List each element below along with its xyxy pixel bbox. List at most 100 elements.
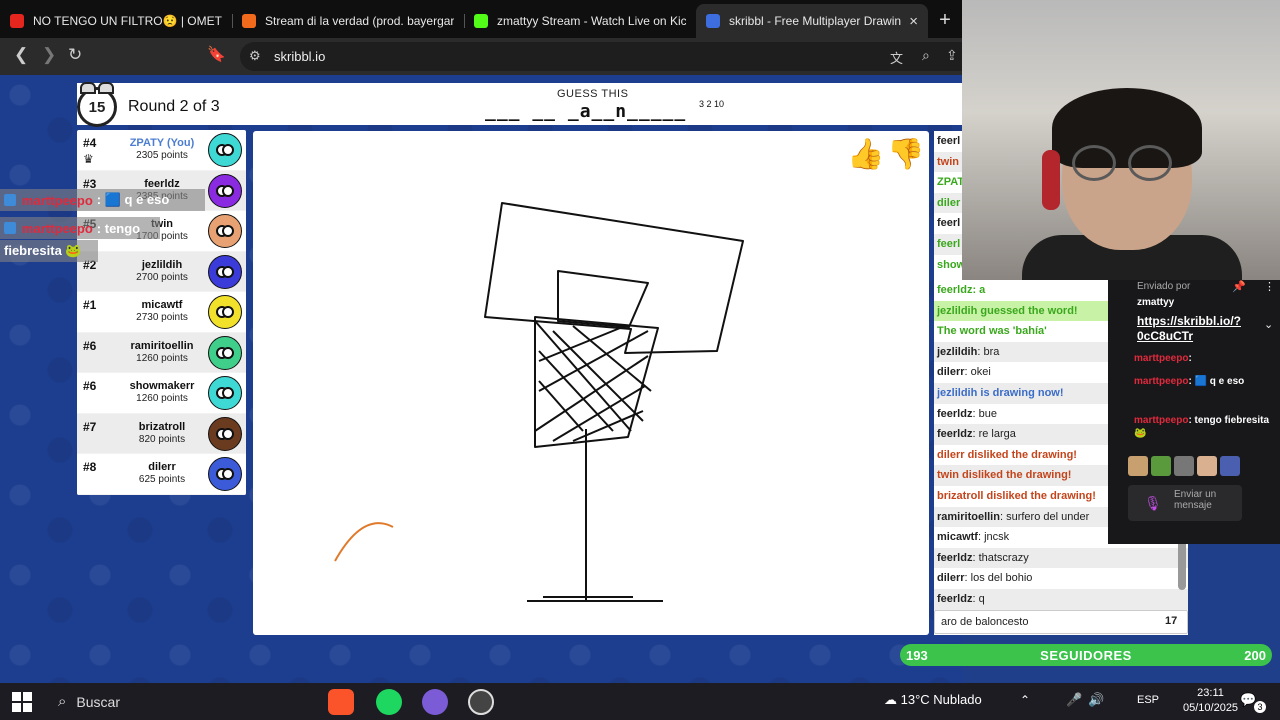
translate-icon[interactable]: 文: [890, 48, 903, 67]
spotify-icon[interactable]: [376, 689, 402, 715]
discord-icon[interactable]: [422, 689, 448, 715]
chat-line: feerl: [934, 213, 962, 234]
obs-icon[interactable]: [468, 689, 494, 715]
chat-line: show: [934, 254, 962, 276]
zoom-icon[interactable]: ⌕: [922, 47, 930, 64]
player-name: jezlildih: [141, 258, 183, 271]
chat-user: feerldz: [937, 428, 973, 441]
weather-widget[interactable]: ☁ 13°C Nublado: [884, 692, 982, 708]
emote-icon[interactable]: [1151, 456, 1171, 476]
twitch-message: marttpeepo:: [1134, 352, 1274, 365]
player-avatar-icon: [208, 295, 242, 329]
chat-text: : q: [972, 592, 985, 605]
player-row[interactable]: #7 brizatroll 820 points: [77, 413, 246, 454]
chat-message: dilerr: los del bohio: [934, 568, 1188, 589]
more-icon[interactable]: ⋮: [1264, 280, 1275, 293]
player-avatar-icon: [208, 416, 242, 451]
skribbl-page: 15 Round 2 of 3 GUESS THIS ___ __ _a__n_…: [0, 75, 962, 683]
chat-user: dilerr: [937, 572, 965, 585]
bookmark-icon[interactable]: 🔖: [207, 45, 226, 63]
player-row[interactable]: #6 ramiritoellin 1260 points: [77, 332, 246, 373]
emote-icon[interactable]: [1128, 456, 1148, 476]
player-points: 820 points: [138, 433, 186, 445]
mic-icon[interactable]: 🎙: [1144, 495, 1162, 512]
player-row[interactable]: #4 ♛ ZPATY (You) 2305 points: [77, 130, 246, 171]
twitch-text: : 🟦 q e eso: [1188, 376, 1245, 387]
player-row[interactable]: #6 showmakerr 1260 points: [77, 373, 246, 414]
cloud-icon: ☁: [884, 692, 901, 707]
drawing-canvas[interactable]: 👍 👎: [253, 131, 929, 635]
chat-line: ZPAT: [934, 172, 962, 193]
chat-message: feerldz: thatscrazy: [934, 547, 1188, 569]
chat-line: diler: [934, 192, 962, 214]
tab-ometv[interactable]: NO TENGO UN FILTRO😟 | OMETV -: [0, 4, 232, 38]
follower-label: SEGUIDORES: [1040, 647, 1132, 663]
reload-icon[interactable]: ↻: [68, 45, 82, 65]
close-tab-icon[interactable]: ×: [909, 13, 918, 30]
share-icon[interactable]: ⇪: [946, 47, 958, 64]
site-info-icon[interactable]: ⚙: [249, 48, 261, 64]
twitch-user: marttpeepo: [1134, 415, 1189, 426]
overlay-chat-line: marttpeepo: 🟦 q e eso: [0, 189, 205, 211]
tab-title: Stream di la verdad (prod. bayergartn: [265, 14, 454, 28]
taskbar-search[interactable]: ⌕ Buscar: [50, 687, 315, 716]
chat-text: : okei: [964, 366, 991, 379]
emote-icon[interactable]: [1197, 456, 1217, 476]
follower-current: 193: [906, 647, 928, 663]
chat-text: : re larga: [972, 428, 1016, 441]
guess-input[interactable]: [934, 610, 1188, 634]
chat-user: feerldz: [937, 551, 973, 564]
player-rank: #7: [83, 419, 97, 434]
tab-soundcloud[interactable]: Stream di la verdad (prod. bayergartn: [232, 4, 464, 38]
twitch-badge-icon: [4, 222, 16, 234]
soundcloud-icon: [242, 14, 256, 28]
kick-icon: [474, 14, 488, 28]
pinned-label: Enviado por: [1137, 281, 1191, 292]
taskbar-clock[interactable]: 23:11 05/10/2025: [1183, 686, 1238, 716]
player-name: dilerr: [148, 461, 176, 473]
overlay-chat-user: marttpeepo: [22, 220, 93, 236]
brave-icon[interactable]: [328, 689, 354, 715]
player-points: 2700 points: [136, 271, 188, 283]
chevron-down-icon[interactable]: ⌄: [1264, 318, 1273, 331]
pinned-link[interactable]: https://skribbl.io/?0cC8uCTr: [1137, 314, 1247, 344]
twitch-user: marttpeepo: [1134, 353, 1189, 364]
emote-bar: [1128, 456, 1240, 476]
tab-title: skribbl - Free Multiplayer Drawin: [729, 14, 902, 28]
back-icon[interactable]: ❮: [14, 45, 28, 65]
new-tab-button[interactable]: +: [928, 4, 962, 38]
player-rank: #6: [83, 338, 97, 353]
emote-icon[interactable]: [1220, 456, 1240, 476]
player-row[interactable]: #2 jezlildih 2700 points: [77, 251, 246, 292]
chat-stub: feerl twin ZPAT diler feerl feerl show: [934, 131, 962, 281]
chat-user: feerldz: [937, 407, 973, 420]
overlay-chat-line: fiebresita 🐸: [0, 240, 98, 262]
volume-icon[interactable]: 🔊: [1088, 692, 1104, 708]
address-bar[interactable]: ⚙ skribbl.io 文 ⌕ ⇪: [240, 42, 962, 71]
chat-user: feerldz: [937, 592, 973, 605]
pin-icon[interactable]: 📌: [1232, 280, 1246, 293]
start-button[interactable]: [12, 692, 32, 712]
chat-scrollbar[interactable]: [1178, 540, 1186, 590]
mic-icon[interactable]: 🎤: [1066, 692, 1082, 708]
forward-icon[interactable]: ❯: [42, 45, 56, 65]
tab-kick[interactable]: zmattyy Stream - Watch Live on Kick: [464, 4, 696, 38]
tab-title: zmattyy Stream - Watch Live on Kick: [497, 14, 686, 28]
emote-icon[interactable]: [1174, 456, 1194, 476]
follower-goal: 200: [1244, 647, 1266, 663]
player-points: 1260 points: [136, 352, 188, 364]
language-indicator[interactable]: ESP: [1137, 694, 1159, 706]
player-avatar-icon: [208, 254, 242, 289]
timer-clock: 15: [77, 82, 117, 127]
youtube-icon: [10, 14, 24, 28]
browser-toolbar: ❮ ❯ ↻ 🔖 ⚙ skribbl.io 文 ⌕ ⇪: [0, 38, 962, 75]
player-row[interactable]: #1 micawtf 2730 points: [77, 292, 246, 333]
chat-user: jezlildih: [937, 345, 978, 358]
windows-taskbar: ⌕ Buscar ☁ 13°C Nublado ⌃ 🎤 🔊 ESP 23:11 05…: [0, 683, 1280, 720]
player-row[interactable]: #8 dilerr 625 points: [77, 454, 246, 495]
chevron-up-icon[interactable]: ⌃: [1020, 693, 1030, 707]
player-name: ramiritoellin: [130, 339, 194, 352]
chat-user: ramiritoellin: [937, 510, 1000, 523]
tab-skribbl[interactable]: skribbl - Free Multiplayer Drawin ×: [696, 4, 928, 38]
player-name: showmakerr: [129, 380, 195, 392]
